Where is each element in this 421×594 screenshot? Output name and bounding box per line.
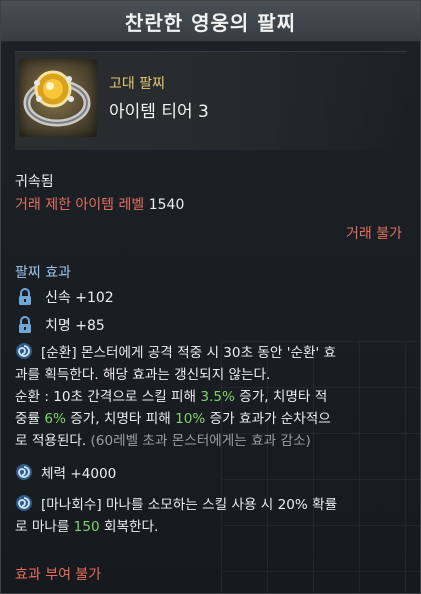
lock-icon xyxy=(15,287,35,307)
spiral-icon xyxy=(15,463,35,481)
item-grade: 고대 팔찌 xyxy=(109,76,165,92)
no-enchant-label: 효과 부여 불가 xyxy=(15,567,102,583)
bound-status: 귀속됨 xyxy=(15,174,54,190)
trade-level-row: 거래 제한 아이템 레벨 1540 xyxy=(15,194,184,214)
stat-crit: 치명 +85 xyxy=(15,315,105,335)
stat-swiftness: 신속 +102 xyxy=(15,287,114,307)
trade-level-value: 1540 xyxy=(148,197,185,213)
spiral-icon xyxy=(15,342,35,360)
highlight-value: 3.5% xyxy=(200,389,235,405)
item-tooltip: 찬란한 영웅의 팔찌 고대 팔찌 아이템 티어 3 귀속됨 거래 제한 아이템 … xyxy=(0,0,421,594)
trade-level-label: 거래 제한 아이템 레벨 xyxy=(15,197,145,213)
highlight-value: 150 xyxy=(73,519,100,535)
tooltip-header: 찬란한 영웅의 팔찌 xyxy=(1,1,420,42)
no-trade-label: 거래 불가 xyxy=(346,226,402,242)
highlight-value: 10% xyxy=(175,411,206,427)
item-tier: 아이템 티어 3 xyxy=(109,102,209,122)
spiral-icon xyxy=(15,494,35,512)
effect-note: (60레벨 초과 몬스터에게는 효과 감소) xyxy=(90,433,311,449)
lock-icon xyxy=(15,315,35,335)
effect-health: 체력 +4000 xyxy=(15,463,406,485)
stat-label: 신속 +102 xyxy=(45,290,114,306)
highlight-value: 6% xyxy=(44,411,66,427)
item-title: 찬란한 영웅의 팔찌 xyxy=(124,11,297,35)
effect-cycle: [순환] 몬스터에게 공격 적중 시 30초 동안 '순환' 효 과를 획득한다… xyxy=(15,342,406,452)
stat-label: 치명 +85 xyxy=(45,318,105,334)
effects-section-title: 팔찌 효과 xyxy=(15,265,71,281)
effect-mana-recovery: [마나회수] 마나를 소모하는 스킬 사용 시 20% 확률 로 마나를 150… xyxy=(15,494,406,538)
bracelet-icon xyxy=(19,59,97,137)
